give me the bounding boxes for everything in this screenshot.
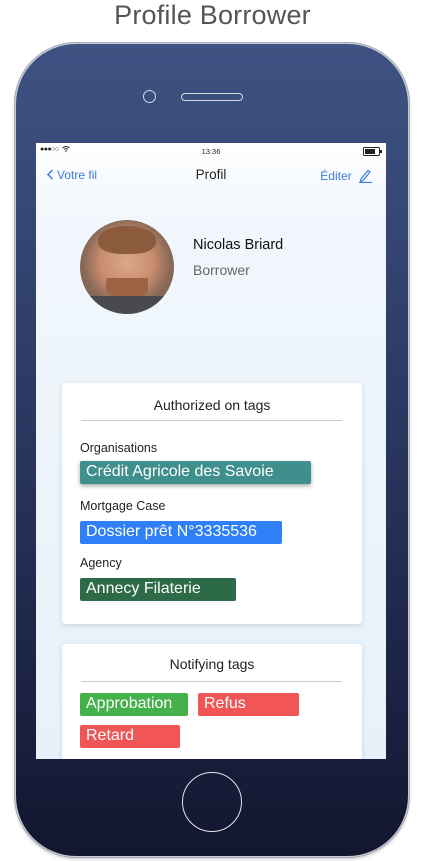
home-button[interactable] [182, 772, 242, 832]
avatar-hair [98, 226, 156, 254]
section-label-mortgage-case: Mortgage Case [80, 499, 166, 513]
avatar-shirt [80, 296, 174, 314]
tag-agency[interactable]: Annecy Filaterie [80, 578, 236, 601]
tag-retard[interactable]: Retard [80, 725, 180, 748]
page-title: Profile Borrower [114, 0, 311, 30]
battery-icon [363, 147, 382, 156]
avatar [80, 220, 174, 314]
tag-mortgage-case[interactable]: Dossier prêt N°3335536 [80, 521, 282, 544]
phone-screen: ●●●○○ 13:36 Votre fil Profil Éditer Nico… [36, 143, 386, 759]
tag-approbation[interactable]: Approbation [80, 693, 188, 716]
edit-label: Éditer [320, 169, 352, 183]
card-title: Notifying tags [169, 656, 255, 672]
tag-organisation[interactable]: Crédit Agricole des Savoie [80, 461, 311, 484]
card-divider [81, 681, 342, 682]
status-time: 13:36 [201, 147, 221, 156]
edit-button[interactable]: Éditer [320, 168, 372, 184]
section-label-agency: Agency [80, 556, 122, 570]
pencil-icon [359, 169, 372, 184]
section-label-organisations: Organisations [80, 441, 158, 455]
status-bar: ●●●○○ 13:36 [36, 143, 386, 159]
card-title: Authorized on tags [153, 397, 271, 413]
phone-frame: ●●●○○ 13:36 Votre fil Profil Éditer Nico… [14, 42, 410, 858]
authorized-tags-card: Authorized on tags Organisations Crédit … [62, 383, 362, 624]
user-name: Nicolas Briard [193, 237, 284, 253]
tag-refus[interactable]: Refus [198, 693, 299, 716]
user-role: Borrower [193, 262, 250, 278]
speaker-icon [181, 93, 243, 101]
notifying-tags-card: Notifying tags Approbation Refus Retard [62, 644, 362, 759]
camera-icon [143, 90, 156, 103]
navigation-bar: Votre fil Profil Éditer [36, 163, 386, 185]
card-divider [81, 420, 342, 421]
